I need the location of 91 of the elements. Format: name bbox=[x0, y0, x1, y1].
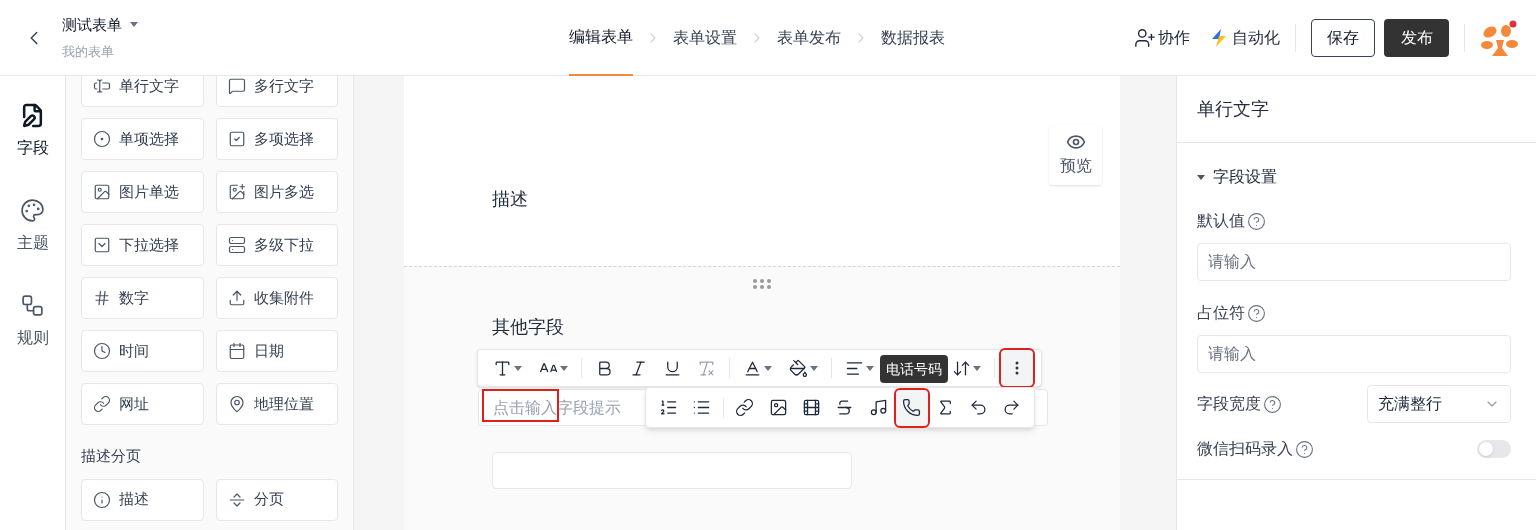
text-cursor-icon bbox=[93, 77, 111, 95]
calendar-icon bbox=[227, 342, 246, 360]
field-type-item[interactable]: 图片多选 bbox=[215, 171, 338, 213]
collaborate-button[interactable]: 协作 bbox=[1134, 25, 1190, 50]
caret-icon bbox=[764, 365, 773, 371]
field-type-item[interactable]: 单项选择 bbox=[81, 118, 204, 160]
default-value-input[interactable]: 请输入 bbox=[1197, 243, 1511, 281]
more-icon bbox=[1014, 361, 1019, 375]
automation-button[interactable]: 自动化 bbox=[1210, 25, 1280, 50]
section-heading: 描述分页 bbox=[81, 446, 142, 466]
field-label: 占位符 bbox=[1197, 303, 1245, 323]
field-type-item[interactable]: 收集附件 bbox=[215, 277, 338, 319]
panel-title: 单行文字 bbox=[1177, 76, 1536, 143]
message-icon bbox=[227, 77, 246, 95]
fill-color-icon bbox=[788, 358, 808, 378]
publish-button[interactable]: 发布 bbox=[1384, 18, 1449, 57]
field-type-item[interactable]: 单行文字 bbox=[81, 76, 204, 107]
help-icon bbox=[1263, 394, 1282, 414]
link-icon bbox=[93, 395, 111, 413]
save-button[interactable]: 保存 bbox=[1311, 18, 1375, 57]
field-type-item[interactable]: 地理位置 bbox=[215, 383, 338, 425]
tree-logo-icon bbox=[1481, 24, 1518, 56]
field-type-item[interactable]: 下拉选择 bbox=[81, 224, 204, 266]
radio-icon bbox=[93, 130, 111, 148]
ordered-list-icon bbox=[658, 398, 678, 417]
toggle-switch[interactable] bbox=[1477, 440, 1511, 458]
caret-icon bbox=[809, 365, 818, 371]
map-pin-icon bbox=[227, 395, 246, 413]
drag-handle-icon[interactable] bbox=[753, 279, 771, 289]
field-type-item[interactable]: 多行文字 bbox=[215, 76, 338, 107]
step-tab[interactable]: 表单设置 bbox=[673, 0, 737, 76]
image-icon bbox=[768, 398, 788, 417]
user-plus-icon bbox=[1134, 26, 1156, 49]
description-text: 描述 bbox=[492, 189, 528, 209]
field-label: 其他字段 bbox=[492, 316, 565, 339]
field-type-item[interactable]: 多项选择 bbox=[215, 118, 338, 160]
flowchart-icon bbox=[20, 293, 45, 318]
field-type-item[interactable]: 分页 bbox=[215, 478, 338, 521]
stacked-boxes-icon bbox=[227, 236, 246, 254]
phone-icon bbox=[902, 398, 922, 417]
text-input[interactable] bbox=[492, 452, 852, 489]
bullet-list-icon bbox=[692, 398, 712, 417]
caret-icon bbox=[972, 365, 981, 371]
preview-button[interactable]: 预览 bbox=[1049, 125, 1102, 185]
caret-icon[interactable] bbox=[130, 22, 138, 28]
line-height-icon bbox=[951, 358, 971, 378]
section-toggle[interactable]: 字段设置 bbox=[1197, 165, 1516, 189]
lightning-icon bbox=[1210, 27, 1228, 48]
field-type-item[interactable]: 数字 bbox=[81, 277, 204, 319]
palette-icon bbox=[20, 198, 45, 223]
caret-icon bbox=[514, 365, 523, 371]
form-edit-icon bbox=[20, 103, 45, 128]
field-type-item[interactable]: 日期 bbox=[215, 330, 338, 372]
checkbox-icon bbox=[227, 130, 246, 148]
image-plus-icon bbox=[227, 183, 246, 201]
tooltip: 电话号码 bbox=[880, 355, 948, 383]
placeholder-input[interactable]: 请输入 bbox=[1197, 335, 1511, 373]
hash-icon bbox=[93, 289, 111, 307]
step-tab[interactable]: 数据报表 bbox=[881, 0, 945, 76]
step-tab[interactable]: 表单发布 bbox=[777, 0, 841, 76]
field-label: 默认值 bbox=[1197, 211, 1245, 231]
clock-icon bbox=[93, 342, 111, 360]
field-type-item[interactable]: 网址 bbox=[81, 383, 204, 425]
rail-tab[interactable]: 字段 bbox=[16, 103, 49, 160]
link-icon bbox=[735, 398, 755, 417]
field-label: 微信扫码录入 bbox=[1197, 439, 1293, 459]
image-icon bbox=[93, 183, 111, 201]
help-icon bbox=[1247, 303, 1266, 323]
rail-tab[interactable]: 主题 bbox=[16, 198, 49, 255]
form-title[interactable]: 测试表单 bbox=[62, 13, 122, 36]
upload-icon bbox=[227, 289, 246, 307]
width-select[interactable]: 充满整行 bbox=[1367, 385, 1511, 423]
form-subtitle: 我的表单 bbox=[62, 43, 115, 61]
caret-icon bbox=[559, 365, 568, 371]
field-type-item[interactable]: 图片单选 bbox=[81, 171, 204, 213]
field-type-item[interactable]: 时间 bbox=[81, 330, 204, 372]
phone-button[interactable] bbox=[895, 389, 928, 426]
music-icon bbox=[868, 398, 888, 417]
eye-icon bbox=[1065, 132, 1086, 152]
field-type-item[interactable]: 多级下拉 bbox=[215, 224, 338, 266]
dropdown-icon bbox=[93, 236, 111, 254]
info-icon bbox=[93, 490, 111, 509]
video-icon bbox=[802, 398, 822, 417]
caret-icon bbox=[866, 365, 875, 371]
field-type-item[interactable]: 描述 bbox=[81, 478, 204, 521]
field-label: 字段宽度 bbox=[1197, 394, 1261, 414]
caret-icon bbox=[1197, 174, 1205, 180]
rail-tab[interactable]: 规则 bbox=[16, 293, 49, 350]
help-icon bbox=[1247, 211, 1266, 231]
help-icon bbox=[1295, 439, 1314, 459]
more-button[interactable] bbox=[1000, 350, 1034, 386]
